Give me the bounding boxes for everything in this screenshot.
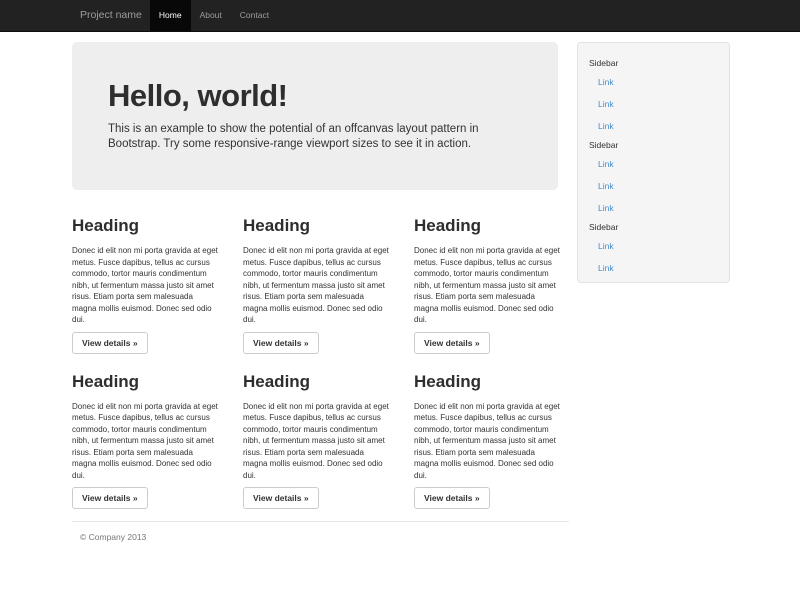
sidebar-link[interactable]: Link [578, 153, 729, 175]
content-container: Hello, world! This is an example to show… [72, 42, 728, 542]
card-heading: Heading [414, 372, 569, 392]
content-card: Heading Donec id elit non mi porta gravi… [72, 214, 227, 354]
card-body: Donec id elit non mi porta gravida at eg… [414, 401, 569, 482]
navbar-container: Project name Home About Contact [72, 0, 728, 31]
nav-link-home[interactable]: Home [150, 0, 191, 31]
page: Project name Home About Contact Hello, w… [0, 0, 800, 600]
sidebar-group: Sidebar Link Link [578, 219, 729, 279]
card-body: Donec id elit non mi porta gravida at eg… [243, 245, 398, 326]
sidebar-link[interactable]: Link [578, 93, 729, 115]
copyright-text: © Company 2013 [72, 532, 569, 542]
card-heading: Heading [72, 372, 227, 392]
nav-item-home: Home [150, 0, 191, 31]
view-details-button[interactable]: View details » [243, 332, 319, 354]
content-card: Heading Donec id elit non mi porta gravi… [414, 370, 569, 510]
sidebar-group: Sidebar Link Link Link [578, 137, 729, 219]
card-body: Donec id elit non mi porta gravida at eg… [72, 401, 227, 482]
sidebar-link[interactable]: Link [578, 257, 729, 279]
jumbotron-title: Hello, world! [108, 78, 522, 114]
content-card: Heading Donec id elit non mi porta gravi… [414, 214, 569, 354]
nav-item-contact: Contact [231, 0, 278, 31]
sidebar-link[interactable]: Link [578, 115, 729, 137]
sidebar-link[interactable]: Link [578, 71, 729, 93]
card-body: Donec id elit non mi porta gravida at eg… [243, 401, 398, 482]
card-heading: Heading [72, 216, 227, 236]
card-body: Donec id elit non mi porta gravida at eg… [414, 245, 569, 326]
main-column: Hello, world! This is an example to show… [72, 42, 569, 542]
nav-item-about: About [191, 0, 231, 31]
footer-divider [72, 521, 569, 522]
jumbotron-text: This is an example to show the potential… [108, 122, 522, 152]
card-body: Donec id elit non mi porta gravida at eg… [72, 245, 227, 326]
card-heading: Heading [243, 216, 398, 236]
sidebar-group: Sidebar Link Link Link [578, 55, 729, 137]
content-card: Heading Donec id elit non mi porta gravi… [72, 370, 227, 510]
sidebar-link[interactable]: Link [578, 175, 729, 197]
sidebar-link[interactable]: Link [578, 235, 729, 257]
navbar-brand[interactable]: Project name [72, 0, 150, 31]
view-details-button[interactable]: View details » [414, 487, 490, 509]
view-details-button[interactable]: View details » [414, 332, 490, 354]
nav-link-about[interactable]: About [191, 0, 231, 31]
card-heading: Heading [243, 372, 398, 392]
sidebar-header: Sidebar [578, 55, 729, 71]
card-heading: Heading [414, 216, 569, 236]
view-details-button[interactable]: View details » [72, 487, 148, 509]
view-details-button[interactable]: View details » [243, 487, 319, 509]
jumbotron: Hello, world! This is an example to show… [72, 42, 558, 190]
view-details-button[interactable]: View details » [72, 332, 148, 354]
content-card: Heading Donec id elit non mi porta gravi… [243, 214, 398, 354]
card-row-2: Heading Donec id elit non mi porta gravi… [72, 370, 569, 510]
sidebar-header: Sidebar [578, 137, 729, 153]
sidebar-panel: Sidebar Link Link Link Sidebar Link Link… [577, 42, 730, 283]
footer: © Company 2013 [72, 521, 569, 542]
nav-link-contact[interactable]: Contact [231, 0, 278, 31]
navbar-menu: Home About Contact [150, 0, 278, 31]
card-row-1: Heading Donec id elit non mi porta gravi… [72, 214, 569, 354]
navbar: Project name Home About Contact [0, 0, 800, 32]
sidebar-header: Sidebar [578, 219, 729, 235]
sidebar-link[interactable]: Link [578, 197, 729, 219]
content-card: Heading Donec id elit non mi porta gravi… [243, 370, 398, 510]
